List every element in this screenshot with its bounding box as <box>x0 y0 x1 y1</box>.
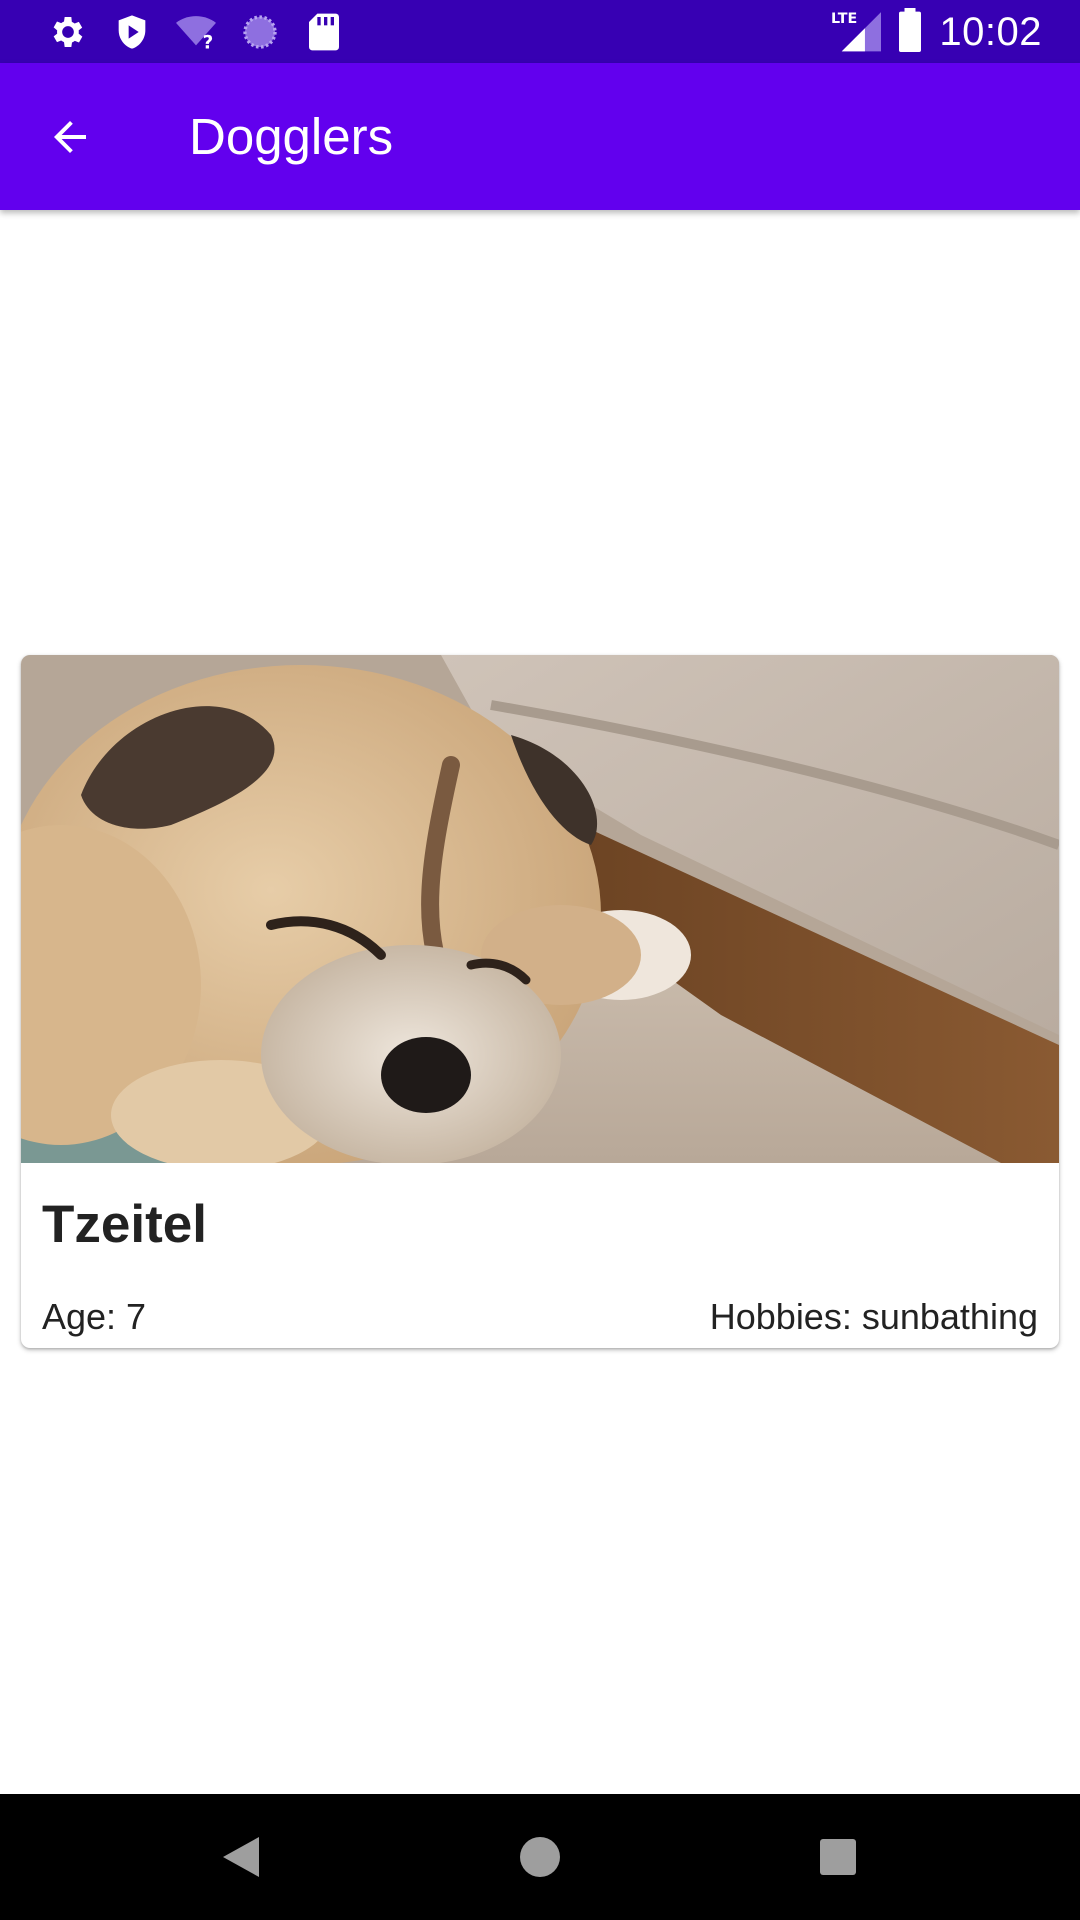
status-notification-icons: ? <box>46 10 346 54</box>
nav-back-button[interactable] <box>211 1827 271 1887</box>
recents-square-icon <box>820 1839 856 1875</box>
svg-text:LTE: LTE <box>831 10 857 26</box>
status-time: 10:02 <box>939 9 1042 54</box>
home-circle-icon <box>520 1837 560 1877</box>
svg-text:?: ? <box>203 33 214 52</box>
battery-icon <box>897 7 923 57</box>
status-system-icons: LTE 10:02 <box>831 7 1042 57</box>
app-title: Dogglers <box>189 108 394 165</box>
sd-card-icon <box>302 10 346 54</box>
dog-details-row: Age: 7 Hobbies: sunbathing <box>42 1295 1038 1339</box>
status-bar: ? LTE 10:02 <box>0 0 1080 63</box>
navigation-bar <box>0 1794 1080 1920</box>
app-bar: Dogglers <box>0 63 1080 210</box>
loading-icon <box>238 10 282 54</box>
nav-recents-button[interactable] <box>808 1827 868 1887</box>
back-button[interactable] <box>34 101 106 173</box>
wifi-unknown-icon: ? <box>174 10 218 54</box>
nav-home-button[interactable] <box>510 1827 570 1887</box>
lte-signal-icon: LTE <box>831 8 882 57</box>
dog-card[interactable]: Tzeitel Age: 7 Hobbies: sunbathing <box>21 655 1059 1348</box>
dog-name: Tzeitel <box>42 1195 207 1254</box>
arrow-back-icon <box>54 121 86 153</box>
settings-icon <box>46 10 90 54</box>
dog-hobbies: Hobbies: sunbathing <box>709 1296 1038 1337</box>
dog-photo <box>21 655 1059 1163</box>
dog-age: Age: 7 <box>42 1296 147 1337</box>
back-triangle-icon <box>223 1837 259 1877</box>
shield-play-icon <box>110 10 154 54</box>
